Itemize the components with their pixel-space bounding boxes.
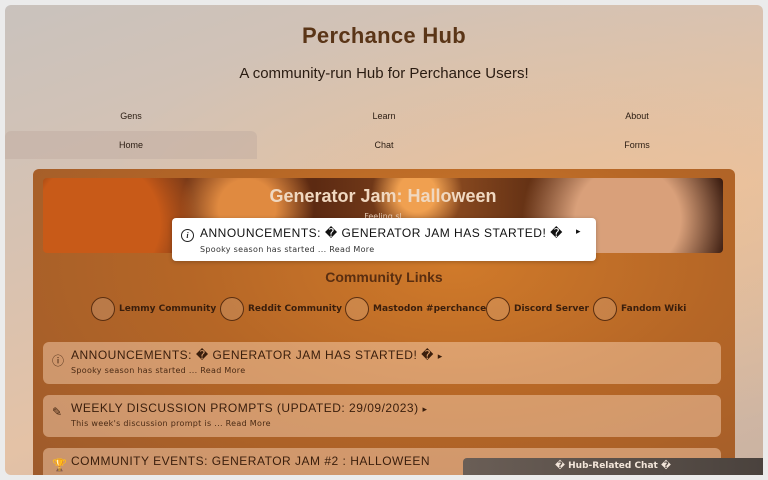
community-links-title: Community Links bbox=[325, 269, 443, 285]
nav-forms[interactable]: Forms bbox=[511, 131, 763, 159]
trophy-icon: 🏆 bbox=[52, 458, 67, 472]
post-weekly-discussion[interactable]: ✎ WEEKLY DISCUSSION PROMPTS (UPDATED: 29… bbox=[43, 395, 721, 437]
link-label: Reddit Community bbox=[248, 304, 343, 314]
banner-title: Generator Jam: Halloween bbox=[269, 186, 497, 206]
reddit-avatar-icon bbox=[220, 297, 244, 321]
nav-chat[interactable]: Chat bbox=[258, 131, 510, 159]
lemmy-avatar-icon bbox=[91, 297, 115, 321]
pencil-icon: ✎ bbox=[52, 405, 63, 419]
post-title: WEEKLY DISCUSSION PROMPTS (UPDATED: 29/0… bbox=[71, 401, 428, 415]
link-label: Mastodon #perchance bbox=[373, 304, 487, 314]
post-subtitle: This week's discussion prompt is ... Rea… bbox=[71, 419, 271, 428]
link-discord[interactable]: Discord Server bbox=[486, 295, 589, 323]
popup-title: ANNOUNCEMENTS: � GENERATOR JAM HAS START… bbox=[200, 226, 563, 240]
link-mastodon[interactable]: Mastodon #perchance bbox=[345, 295, 486, 323]
link-fandom[interactable]: Fandom Wiki bbox=[593, 295, 686, 323]
expand-arrow-icon[interactable]: ▸ bbox=[576, 227, 581, 237]
announcement-popup[interactable]: i ANNOUNCEMENTS: � GENERATOR JAM HAS STA… bbox=[172, 218, 596, 261]
info-icon: ⓘ bbox=[52, 354, 65, 368]
post-title: ANNOUNCEMENTS: � GENERATOR JAM HAS START… bbox=[71, 348, 443, 362]
link-lemmy[interactable]: Lemmy Community bbox=[91, 295, 216, 323]
mastodon-avatar-icon bbox=[345, 297, 369, 321]
nav-gens[interactable]: Gens bbox=[5, 102, 257, 130]
hub-chat-bar[interactable]: � Hub-Related Chat � bbox=[463, 458, 763, 475]
link-label: Lemmy Community bbox=[119, 304, 217, 314]
discord-avatar-icon bbox=[486, 297, 510, 321]
link-label: Fandom Wiki bbox=[621, 304, 687, 314]
site-title: Perchance Hub bbox=[301, 23, 467, 48]
main-nav: Gens Learn About Home Chat Forms bbox=[5, 97, 763, 159]
nav-home[interactable]: Home bbox=[5, 131, 257, 159]
nav-about[interactable]: About bbox=[511, 102, 763, 130]
link-label: Discord Server bbox=[514, 304, 589, 314]
main-content: Generator Jam: Halloween Feeling sl Comm… bbox=[33, 169, 735, 475]
nav-learn[interactable]: Learn bbox=[258, 102, 510, 130]
post-announcements[interactable]: ⓘ ANNOUNCEMENTS: � GENERATOR JAM HAS STA… bbox=[43, 342, 721, 384]
community-links: Lemmy Community Reddit Community Mastodo… bbox=[33, 295, 735, 325]
fandom-avatar-icon bbox=[593, 297, 617, 321]
post-subtitle: Spooky season has started ... Read More bbox=[71, 366, 246, 375]
site-subtitle: A community-run Hub for Perchance Users! bbox=[239, 65, 529, 82]
popup-subtitle: Spooky season has started ... Read More bbox=[200, 245, 375, 254]
info-icon: i bbox=[181, 229, 194, 242]
link-reddit[interactable]: Reddit Community bbox=[220, 295, 342, 323]
post-title: COMMUNITY EVENTS: GENERATOR JAM #2 : HAL… bbox=[71, 454, 431, 468]
